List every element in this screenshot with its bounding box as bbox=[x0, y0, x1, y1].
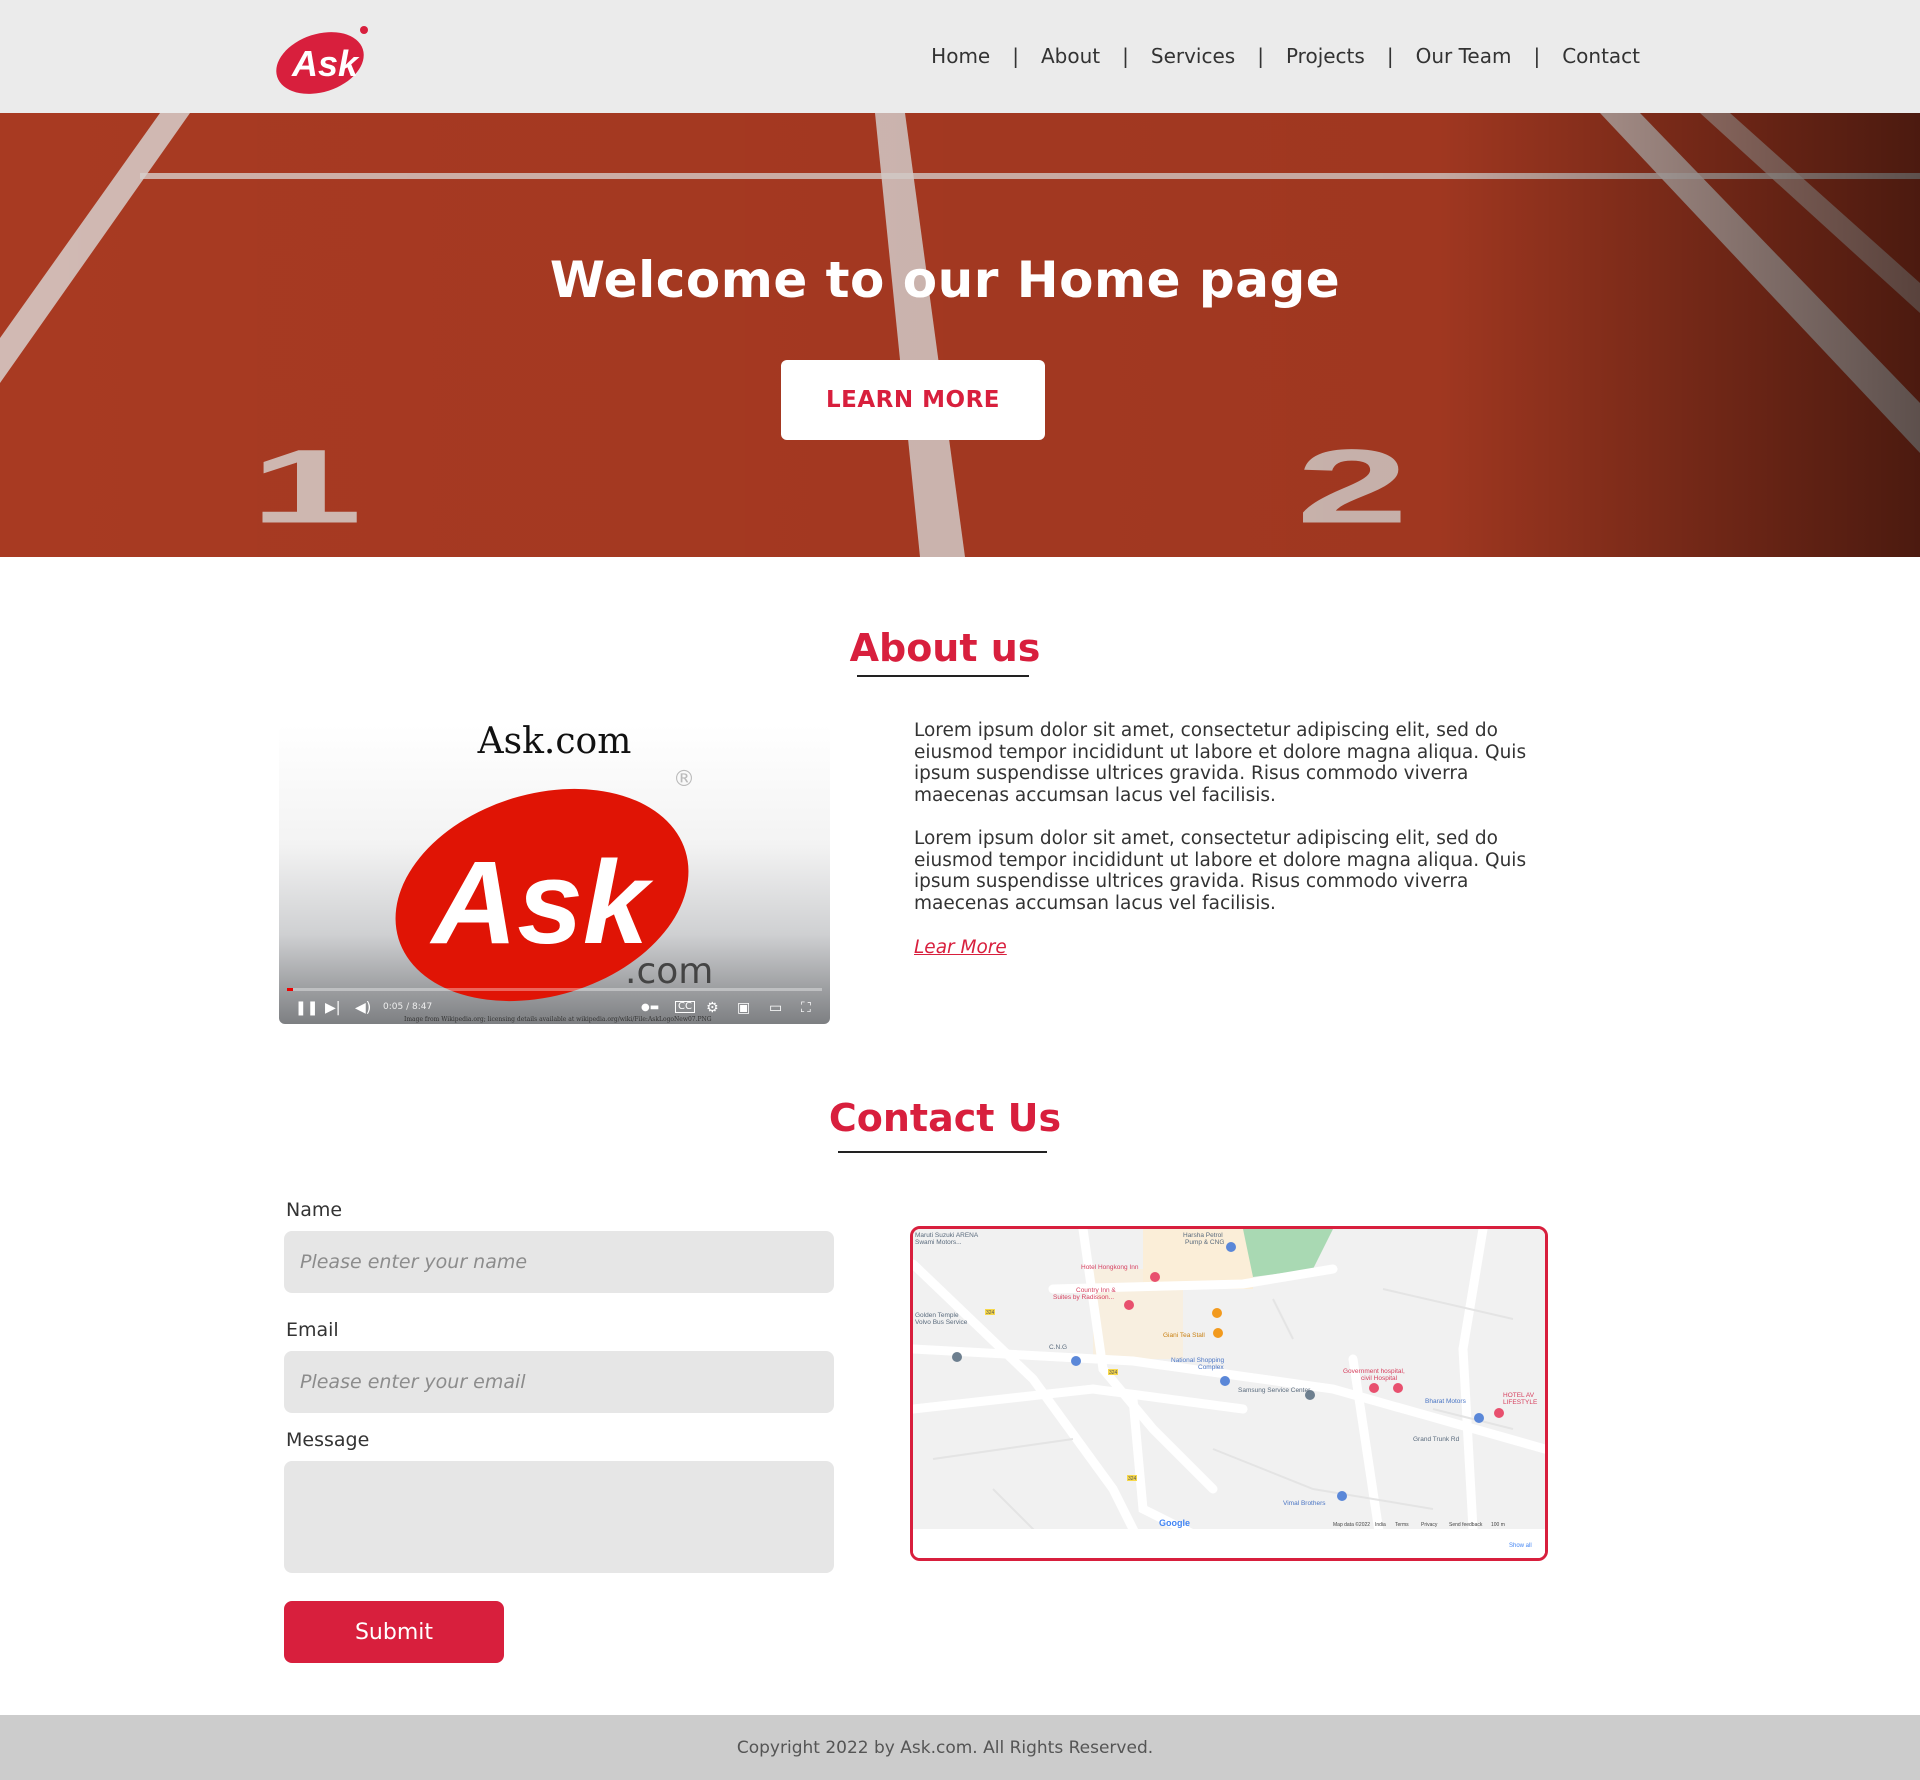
next-icon[interactable]: ▶| bbox=[325, 1001, 340, 1015]
site-footer: Copyright 2022 by Ask.com. All Rights Re… bbox=[0, 1715, 1920, 1780]
main-nav: Home | About | Services | Projects | Our… bbox=[931, 44, 1640, 68]
video-player[interactable]: Ask.com ® Ask .com ❚❚ ▶| ◀) 0:05 / 8:47 … bbox=[279, 725, 830, 1024]
name-label: Name bbox=[286, 1199, 343, 1221]
message-textarea[interactable] bbox=[284, 1461, 834, 1573]
map-label: Golden Temple bbox=[915, 1312, 959, 1319]
name-input[interactable] bbox=[284, 1231, 834, 1293]
map-attribution: Map data ©2022 bbox=[1333, 1521, 1370, 1528]
about-paragraph: Lorem ipsum dolor sit amet, consectetur … bbox=[914, 720, 1527, 806]
video-time: 0:05 / 8:47 bbox=[383, 1002, 433, 1012]
map-canvas[interactable]: Maruti Suzuki ARENA Swami Motors... Hars… bbox=[913, 1229, 1545, 1558]
about-text: Lorem ipsum dolor sit amet, consectetur … bbox=[914, 720, 1554, 936]
nav-our-team[interactable]: Our Team bbox=[1416, 44, 1512, 68]
map-label: Maruti Suzuki ARENA bbox=[915, 1232, 979, 1239]
map-attribution: India bbox=[1375, 1522, 1386, 1528]
theater-mode-icon[interactable]: ▭ bbox=[769, 1001, 782, 1015]
video-logo-text: Ask bbox=[429, 837, 654, 969]
hero-banner: 1 2 Welcome to our Home page LEARN MORE bbox=[0, 113, 1920, 557]
video-brand-text: Ask.com bbox=[477, 725, 632, 762]
autoplay-toggle-icon[interactable]: ●▬ bbox=[641, 1001, 659, 1015]
email-label: Email bbox=[286, 1319, 339, 1341]
submit-button[interactable]: Submit bbox=[284, 1601, 504, 1663]
contact-title-underline bbox=[838, 1151, 1047, 1153]
nav-separator: | bbox=[1012, 44, 1019, 68]
message-label: Message bbox=[286, 1429, 370, 1451]
settings-gear-icon[interactable]: ⚙ bbox=[706, 1001, 719, 1015]
nav-separator: | bbox=[1122, 44, 1129, 68]
nav-separator: | bbox=[1533, 44, 1541, 68]
map-road-marker: 324 bbox=[1128, 1476, 1137, 1482]
map-feedback-link[interactable]: Send feedback bbox=[1449, 1522, 1483, 1528]
map-label: Grand Trunk Rd bbox=[1413, 1436, 1460, 1443]
map-label: Complex bbox=[1198, 1364, 1224, 1371]
map-privacy-link[interactable]: Privacy bbox=[1421, 1522, 1438, 1528]
google-logo: Google bbox=[1159, 1518, 1190, 1528]
captions-icon[interactable]: CC bbox=[675, 1001, 695, 1013]
contact-title: Contact Us bbox=[828, 1096, 1062, 1140]
nav-separator: | bbox=[1257, 44, 1264, 68]
nav-separator: | bbox=[1386, 44, 1394, 68]
map-show-all-link[interactable]: Show all bbox=[1509, 1543, 1532, 1549]
nav-services[interactable]: Services bbox=[1151, 44, 1235, 68]
map-label: Government hospital, bbox=[1343, 1368, 1405, 1375]
map-label: Vimal Brothers bbox=[1283, 1500, 1326, 1507]
video-controls: ❚❚ ▶| ◀) 0:05 / 8:47 ●▬ CC ⚙ ▣ ▭ ⛶ Image… bbox=[279, 984, 830, 1024]
map-label: LIFESTYLE bbox=[1503, 1399, 1538, 1406]
nav-projects[interactable]: Projects bbox=[1286, 44, 1365, 68]
pause-icon[interactable]: ❚❚ bbox=[295, 1001, 318, 1015]
map-label: C.N.G bbox=[1049, 1344, 1067, 1351]
copyright-text: Copyright 2022 by Ask.com. All Rights Re… bbox=[736, 1737, 1154, 1758]
map-label: Harsha Petrol bbox=[1183, 1232, 1223, 1239]
map-label: National Shopping bbox=[1171, 1357, 1225, 1364]
map-label: Pump & CNG bbox=[1185, 1239, 1224, 1246]
image-credit: Image from Wikipedia.org; licensing deta… bbox=[404, 1016, 712, 1023]
volume-icon[interactable]: ◀) bbox=[355, 1001, 371, 1015]
map-road-marker: 324 bbox=[986, 1310, 995, 1316]
map-label: civil Hospital bbox=[1361, 1375, 1398, 1382]
miniplayer-icon[interactable]: ▣ bbox=[737, 1001, 750, 1015]
nav-about[interactable]: About bbox=[1041, 44, 1100, 68]
map-label: Giani Tea Stall bbox=[1163, 1332, 1205, 1339]
site-header: Ask Home | About | Services | Projects |… bbox=[0, 0, 1920, 113]
map-terms-link[interactable]: Terms bbox=[1395, 1522, 1409, 1528]
video-progress-fill bbox=[287, 988, 293, 991]
map-label: Country Inn & bbox=[1076, 1287, 1116, 1294]
map-label: HOTEL AV bbox=[1503, 1392, 1535, 1399]
email-input[interactable] bbox=[284, 1351, 834, 1413]
about-title: About us bbox=[849, 626, 1041, 670]
ask-logo[interactable]: Ask bbox=[276, 26, 372, 94]
location-map[interactable]: Maruti Suzuki ARENA Swami Motors... Hars… bbox=[910, 1226, 1548, 1561]
nav-home[interactable]: Home bbox=[931, 44, 990, 68]
map-scale: 100 m bbox=[1491, 1522, 1505, 1528]
map-label: Suites by Radisson... bbox=[1053, 1294, 1114, 1301]
hero-title: Welcome to our Home page bbox=[549, 251, 1341, 309]
running-track-image: 1 2 bbox=[0, 113, 1920, 557]
map-label: Samsung Service Center bbox=[1238, 1387, 1311, 1394]
about-title-underline bbox=[857, 675, 1029, 677]
about-paragraph: Lorem ipsum dolor sit amet, consectetur … bbox=[914, 828, 1527, 914]
map-label: Bharat Motors bbox=[1425, 1398, 1467, 1405]
map-label: Swami Motors... bbox=[915, 1239, 962, 1246]
learn-more-button[interactable]: LEARN MORE bbox=[781, 360, 1045, 440]
logo-text: Ask bbox=[291, 43, 360, 84]
map-label: Volvo Bus Service bbox=[915, 1319, 968, 1326]
video-progress-bar[interactable] bbox=[287, 988, 822, 991]
nav-contact[interactable]: Contact bbox=[1562, 44, 1640, 68]
fullscreen-icon[interactable]: ⛶ bbox=[801, 1001, 811, 1015]
map-label: Hotel Hongkong Inn bbox=[1081, 1264, 1139, 1271]
learn-more-link[interactable]: Lear More bbox=[914, 937, 1007, 958]
map-road-marker: 324 bbox=[1109, 1370, 1118, 1376]
